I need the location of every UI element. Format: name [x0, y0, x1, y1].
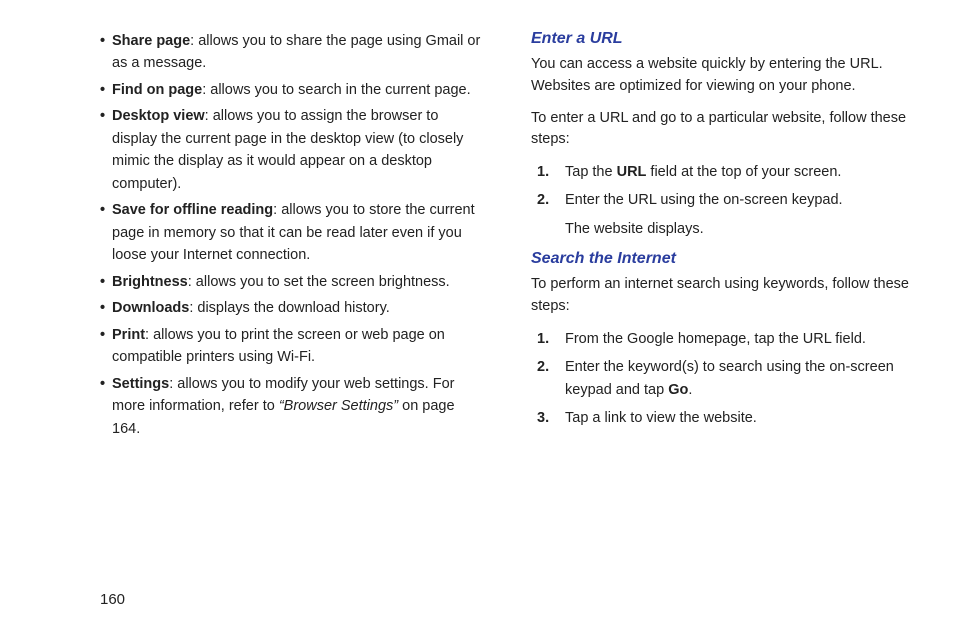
list-item: 1. Tap the URL field at the top of your … — [531, 161, 914, 183]
list-item: 2. Enter the URL using the on-screen key… — [531, 189, 914, 240]
step-text-bold: Go — [668, 382, 688, 398]
step-number: 1. — [537, 161, 549, 183]
bullet-title: Find on page — [112, 82, 202, 98]
step-text-bold: URL — [617, 164, 647, 180]
bullet-item: Save for offline reading: allows you to … — [100, 199, 483, 266]
ordered-list: 1. Tap the URL field at the top of your … — [531, 161, 914, 240]
bullet-item: Settings: allows you to modify your web … — [100, 373, 483, 440]
bullet-list: Share page: allows you to share the page… — [100, 30, 483, 440]
section-heading: Enter a URL — [531, 30, 914, 48]
bullet-title: Print — [112, 327, 145, 343]
paragraph: You can access a website quickly by ente… — [531, 54, 914, 98]
bullet-desc: : displays the download history. — [189, 300, 389, 316]
bullet-title: Desktop view — [112, 108, 205, 124]
step-text-pre: From the Google homepage, tap the URL fi… — [565, 331, 866, 347]
step-text-pre: Enter the keyword(s) to search using the… — [565, 359, 894, 397]
paragraph: To enter a URL and go to a particular we… — [531, 108, 914, 152]
section-heading: Search the Internet — [531, 250, 914, 268]
step-text-pre: Tap a link to view the website. — [565, 410, 757, 426]
step-text-post: field at the top of your screen. — [646, 164, 841, 180]
paragraph: To perform an internet search using keyw… — [531, 274, 914, 318]
bullet-item: Share page: allows you to share the page… — [100, 30, 483, 75]
step-text-pre: Tap the — [565, 164, 617, 180]
bullet-title: Brightness — [112, 274, 188, 290]
document-page: Share page: allows you to share the page… — [0, 0, 954, 444]
cross-reference: “Browser Settings” — [279, 398, 402, 414]
ordered-list: 1. From the Google homepage, tap the URL… — [531, 328, 914, 430]
step-sub-text: The website displays. — [565, 218, 914, 240]
list-item: 3. Tap a link to view the website. — [531, 407, 914, 429]
bullet-item: Brightness: allows you to set the screen… — [100, 271, 483, 293]
step-text-pre: Enter the URL using the on-screen keypad… — [565, 192, 843, 208]
bullet-item: Desktop view: allows you to assign the b… — [100, 105, 483, 195]
bullet-item: Print: allows you to print the screen or… — [100, 324, 483, 369]
step-text-post: . — [688, 382, 692, 398]
step-number: 3. — [537, 407, 549, 429]
step-number: 2. — [537, 189, 549, 211]
bullet-item: Find on page: allows you to search in th… — [100, 79, 483, 101]
list-item: 2. Enter the keyword(s) to search using … — [531, 356, 914, 401]
bullet-title: Settings — [112, 376, 169, 392]
page-number: 160 — [100, 591, 125, 608]
bullet-desc: : allows you to print the screen or web … — [112, 327, 445, 365]
bullet-title: Share page — [112, 33, 190, 49]
bullet-title: Save for offline reading — [112, 202, 273, 218]
left-column: Share page: allows you to share the page… — [100, 30, 491, 444]
bullet-desc: : allows you to search in the current pa… — [202, 82, 470, 98]
bullet-title: Downloads — [112, 300, 189, 316]
right-column: Enter a URL You can access a website qui… — [531, 30, 914, 444]
step-number: 2. — [537, 356, 549, 378]
list-item: 1. From the Google homepage, tap the URL… — [531, 328, 914, 350]
bullet-desc: : allows you to set the screen brightnes… — [188, 274, 450, 290]
step-number: 1. — [537, 328, 549, 350]
bullet-item: Downloads: displays the download history… — [100, 297, 483, 319]
